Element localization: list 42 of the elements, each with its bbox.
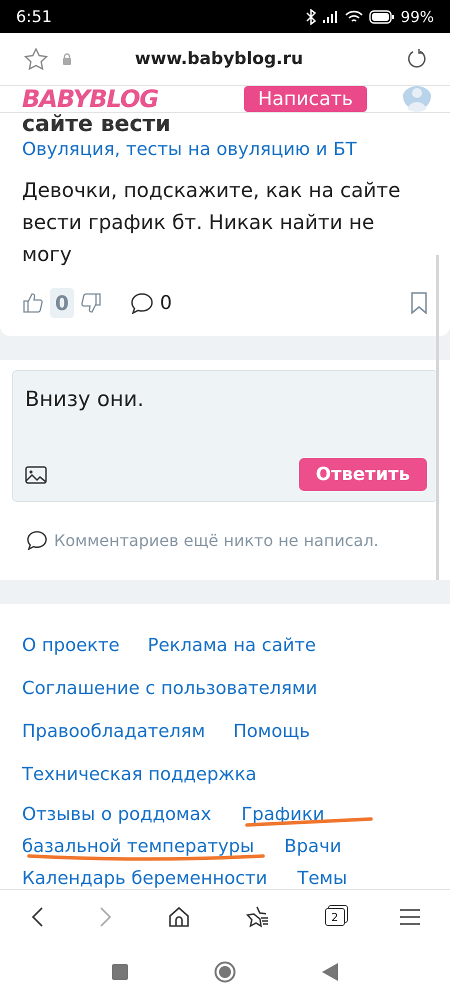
reload-icon[interactable] <box>406 48 428 70</box>
comment-icon[interactable] <box>130 292 154 314</box>
bluetooth-icon <box>304 8 317 24</box>
reply-button[interactable]: Ответить <box>298 458 427 491</box>
post-text: Девочки, подскажите, как на сайте вести график бт. Никак найти не могу <box>22 177 402 268</box>
footer-link[interactable]: Реклама на сайте <box>148 635 316 656</box>
empty-comments-message: Комментариев ещё никто не написал. <box>54 530 379 550</box>
comment-count: 0 <box>160 292 172 314</box>
rating-counter: 0 <box>50 288 74 318</box>
site-logo[interactable]: BABYBLOG <box>22 87 158 111</box>
clock: 6:51 <box>16 7 52 26</box>
wifi-icon <box>344 10 363 24</box>
comment-icon <box>26 530 48 550</box>
thumbs-down-icon[interactable] <box>80 292 102 314</box>
reply-field[interactable]: Внизу они. Ответить <box>12 370 438 502</box>
image-icon[interactable] <box>25 466 47 484</box>
footer-link[interactable]: Помощь <box>233 721 310 742</box>
footer-link[interactable]: Техническая поддержка <box>22 764 257 785</box>
menu-icon[interactable] <box>400 908 420 926</box>
star-icon[interactable] <box>24 48 48 70</box>
footer-link[interactable]: Отзывы о роддомах <box>22 804 212 825</box>
thumbs-up-icon[interactable] <box>22 292 44 314</box>
battery-icon <box>368 10 395 24</box>
footer-link[interactable]: Графики <box>241 804 324 825</box>
signal-icon <box>322 10 339 22</box>
footer-link[interactable]: Темы <box>297 868 348 889</box>
battery-percent: 99% <box>400 8 434 26</box>
tabs-button[interactable]: 2 <box>324 908 345 926</box>
footer-link[interactable]: базальной температуры <box>22 836 254 857</box>
home-icon[interactable] <box>168 906 190 928</box>
back-icon[interactable] <box>30 906 44 928</box>
category-link[interactable]: Овуляция, тесты на овуляцию и БТ <box>22 139 428 160</box>
star-list-icon[interactable] <box>246 906 270 928</box>
bookmark-icon[interactable] <box>410 292 428 314</box>
lock-icon <box>62 53 72 65</box>
footer-link[interactable]: Правообладателям <box>22 721 206 742</box>
footer-link[interactable]: О проекте <box>22 635 120 656</box>
post-title: сайте вести <box>22 113 172 137</box>
write-button[interactable]: Написать <box>244 86 367 112</box>
footer-link[interactable]: Соглашение с пользователями <box>22 678 318 699</box>
footer-link[interactable]: Врачи <box>284 836 342 857</box>
footer-link[interactable]: Календарь беременности <box>22 868 268 889</box>
